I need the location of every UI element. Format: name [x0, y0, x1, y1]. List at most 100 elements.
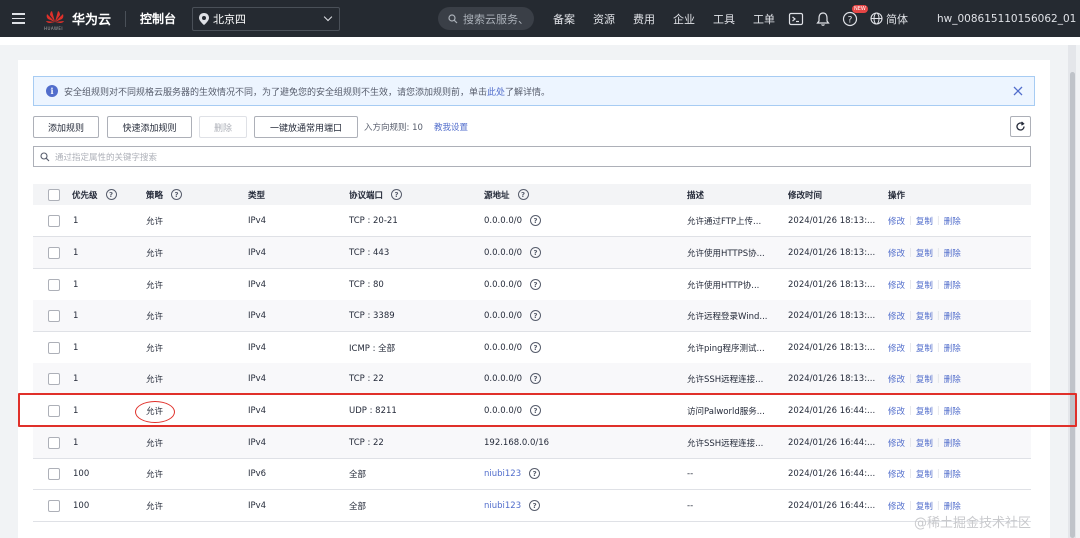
delete-rule-link[interactable]: 删除: [944, 500, 961, 512]
edit-rule-link[interactable]: 修改: [888, 373, 905, 385]
delete-rule-link[interactable]: 删除: [944, 247, 961, 259]
open-common-ports-button[interactable]: 一键放通常用端口: [254, 116, 358, 138]
close-icon[interactable]: [1012, 85, 1024, 97]
nav-tools[interactable]: 工具: [713, 11, 735, 27]
help-icon[interactable]: ?: [105, 189, 117, 200]
cell-description: 允许SSH远程连接...: [687, 438, 764, 449]
row-checkbox[interactable]: [48, 246, 60, 259]
row-checkbox[interactable]: [48, 436, 60, 449]
copy-rule-link[interactable]: 复制: [916, 310, 933, 322]
edit-rule-link[interactable]: 修改: [888, 215, 905, 227]
cell-priority: 1: [73, 247, 79, 258]
menu-icon[interactable]: [0, 0, 36, 37]
user-account-menu[interactable]: hw_008615110156062_01: [937, 0, 1076, 37]
refresh-button[interactable]: [1010, 116, 1031, 137]
table-row: 1 允许 IPv4 TCP : 20-21 0.0.0.0/0? 允许通过FTP上传...…: [33, 205, 1031, 237]
help-icon[interactable]: ?: [530, 279, 542, 290]
divider: |: [936, 215, 940, 226]
edit-rule-link[interactable]: 修改: [888, 468, 905, 480]
row-checkbox[interactable]: [48, 278, 60, 291]
edit-rule-link[interactable]: 修改: [888, 247, 905, 259]
tutorial-link[interactable]: 教我设置: [434, 121, 468, 133]
cell-description: --: [687, 468, 694, 479]
help-icon[interactable]: ?: [530, 215, 542, 226]
help-icon[interactable]: ?: [391, 189, 403, 200]
cell-source[interactable]: niubi123: [484, 501, 521, 511]
bell-icon[interactable]: [815, 11, 831, 27]
copy-rule-link[interactable]: 复制: [916, 342, 933, 354]
copy-rule-link[interactable]: 复制: [916, 500, 933, 512]
edit-rule-link[interactable]: 修改: [888, 279, 905, 291]
cell-description: 允许SSH远程连接...: [687, 374, 764, 385]
console-link[interactable]: 控制台: [140, 10, 176, 27]
cell-modified: 2024/01/26 16:44:...: [788, 437, 876, 448]
col-priority[interactable]: 优先级: [72, 189, 98, 201]
row-checkbox[interactable]: [48, 214, 60, 227]
cell-port: TCP : 443: [349, 247, 390, 258]
copy-rule-link[interactable]: 复制: [916, 437, 933, 449]
refresh-icon: [1016, 121, 1025, 131]
row-checkbox[interactable]: [48, 372, 60, 385]
language-switch[interactable]: 简体: [870, 0, 908, 37]
edit-rule-link[interactable]: 修改: [888, 310, 905, 322]
nav-resources[interactable]: 资源: [593, 11, 615, 27]
copy-rule-link[interactable]: 复制: [916, 279, 933, 291]
help-icon-wrap[interactable]: ? NEW: [842, 4, 868, 27]
help-icon[interactable]: ?: [171, 189, 183, 200]
edit-rule-link[interactable]: 修改: [888, 500, 905, 512]
cell-source: 0.0.0.0/0: [484, 215, 523, 226]
nav-filing[interactable]: 备案: [553, 11, 575, 27]
divider: |: [909, 342, 912, 353]
svg-text:?: ?: [848, 15, 853, 25]
help-icon[interactable]: ?: [529, 500, 541, 511]
delete-rule-link[interactable]: 删除: [944, 279, 961, 291]
col-type: 类型: [248, 190, 266, 201]
help-icon[interactable]: ?: [530, 310, 542, 321]
row-checkbox[interactable]: [48, 309, 60, 322]
help-icon[interactable]: ?: [517, 189, 529, 200]
cell-priority: 1: [73, 310, 79, 321]
alert-tail: 了解详情。: [505, 87, 551, 98]
region-selector[interactable]: 北京四: [192, 6, 341, 31]
add-rule-button[interactable]: 添加规则: [33, 116, 99, 138]
select-all-checkbox[interactable]: [48, 188, 60, 201]
edit-rule-link[interactable]: 修改: [888, 342, 905, 354]
table-row: 1 允许 IPv4 TCP : 22 0.0.0.0/0? 允许SSH远程连接... 202…: [33, 363, 1031, 395]
delete-rule-link[interactable]: 删除: [944, 437, 961, 449]
help-icon[interactable]: ?: [530, 373, 542, 384]
copy-rule-link[interactable]: 复制: [916, 468, 933, 480]
help-icon[interactable]: ?: [530, 342, 542, 353]
help-icon: ?: [842, 11, 858, 26]
terminal-icon[interactable]: [788, 11, 804, 27]
delete-button[interactable]: 删除: [199, 116, 247, 138]
search-icon: [40, 151, 50, 161]
row-checkbox[interactable]: [48, 467, 60, 480]
quick-add-rule-button[interactable]: 快速添加规则: [107, 116, 192, 138]
cell-source[interactable]: niubi123: [484, 469, 521, 479]
delete-rule-link[interactable]: 删除: [944, 373, 961, 385]
nav-billing[interactable]: 费用: [633, 11, 655, 27]
cell-source: 192.168.0.0/16: [484, 437, 550, 448]
nav-enterprise[interactable]: 企业: [673, 11, 695, 27]
delete-rule-link[interactable]: 删除: [944, 215, 961, 227]
copy-rule-link[interactable]: 复制: [916, 247, 933, 259]
table-row: 1 允许 IPv4 TCP : 22 192.168.0.0/16 允许SSH远程连接..…: [33, 427, 1031, 459]
help-icon[interactable]: ?: [530, 247, 542, 258]
edit-rule-link[interactable]: 修改: [888, 437, 905, 449]
alert-link[interactable]: 此处: [487, 85, 505, 98]
scrollbar-thumb[interactable]: [1070, 72, 1075, 538]
cell-description: 允许ping程序测试...: [687, 343, 765, 354]
delete-rule-link[interactable]: 删除: [944, 310, 961, 322]
copy-rule-link[interactable]: 复制: [916, 215, 933, 227]
copy-rule-link[interactable]: 复制: [916, 373, 933, 385]
top-navbar: 华为云 HUAWEI 控制台 北京四 搜索云服务、 备案 资源 费用 企业 工具…: [0, 0, 1080, 37]
row-checkbox[interactable]: [48, 341, 60, 354]
delete-rule-link[interactable]: 删除: [944, 342, 961, 354]
row-checkbox[interactable]: [48, 499, 60, 512]
help-icon[interactable]: ?: [529, 468, 541, 479]
delete-rule-link[interactable]: 删除: [944, 468, 961, 480]
service-search-input[interactable]: 搜索云服务、: [438, 7, 534, 30]
col-policy[interactable]: 策略: [146, 189, 163, 201]
filter-search-input[interactable]: 通过指定属性的关键字搜索: [33, 146, 1031, 167]
nav-tickets[interactable]: 工单: [753, 11, 775, 27]
